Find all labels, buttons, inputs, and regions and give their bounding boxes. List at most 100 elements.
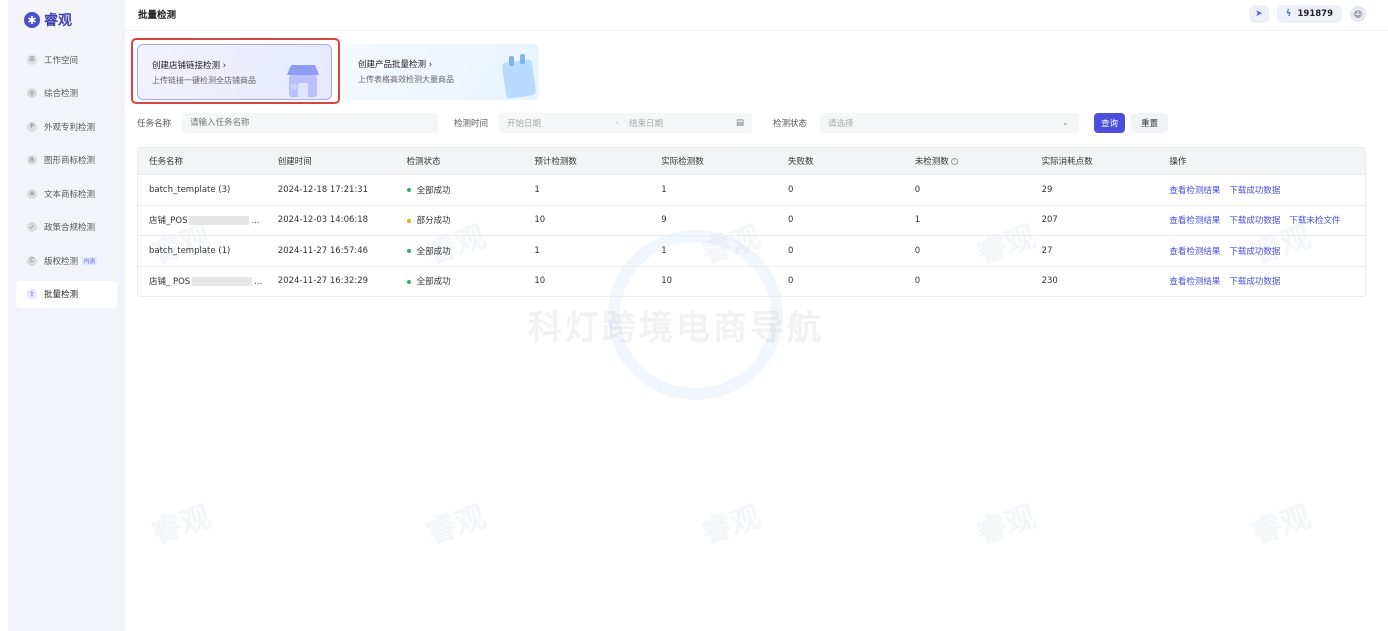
sidebar-item[interactable]: ⇪ 批量检测 (16, 280, 117, 308)
watermark-big: 科灯跨境电商导航 (528, 308, 824, 348)
sidebar-item[interactable]: ≡ 文本商标检测 (16, 180, 117, 207)
status-dot-icon (406, 249, 411, 254)
brand-logo[interactable]: ✱ 睿观 (24, 10, 72, 30)
column-header-label: 操作 (1169, 157, 1187, 167)
table-row: 店铺_POS... 2024-12-03 14:06:18 部分成功 10 9 0 1 207… (138, 204, 1365, 236)
filter-bar: 任务名称 检测时间 开始日期 - 结束日期 ▤ 检测状态 请选择 ⌄ 查询 重置 (137, 113, 1169, 133)
actions-cell: 查看检测结果 下载成功数据 (1158, 184, 1365, 196)
failed-cell: 0 (787, 215, 794, 226)
pending-cell: 1 (914, 215, 921, 226)
task-name-cell: 店铺_POS... (138, 214, 267, 226)
actual-cell: 1 (661, 245, 667, 256)
name-ellipsis: ... (254, 277, 263, 288)
expected-cell: 1 (534, 184, 540, 195)
detect-time-label: 检测时间 (454, 119, 489, 129)
action-link[interactable]: 下载未检文件 (1289, 216, 1340, 226)
task-name: batch_template (1) (149, 245, 231, 256)
created-time-cell: 2024-11-27 16:57:46 (277, 245, 369, 256)
status-cell: 全部成功 (396, 275, 524, 287)
sidebar: ✱ 睿观 ☰ 工作空间 ⚲ 综合检测 P 外观专利检测 R 图形商标检测 ≡ 文本商标检测 ✓ 政策合… (8, 0, 125, 631)
clipboard-icon (502, 54, 536, 99)
watermark-text: 睿观 (697, 499, 766, 552)
query-button[interactable]: 查询 (1094, 113, 1126, 133)
column-header: 失败数 (777, 155, 904, 167)
date-range-picker[interactable]: 开始日期 - 结束日期 ▤ (499, 113, 753, 133)
trademark-icon: R (27, 155, 37, 165)
upload-icon: ⇪ (27, 289, 37, 299)
sidebar-item-label: 政策合规检测 (44, 223, 96, 233)
sidebar-item[interactable]: P 外观专利检测 (16, 113, 117, 140)
column-header: 检测状态 (396, 155, 524, 167)
status-text: 全部成功 (416, 277, 451, 288)
points-cell: 230 (1041, 276, 1058, 287)
workspace-icon: ☰ (27, 54, 37, 65)
action-link[interactable]: 查看检测结果 (1169, 216, 1220, 226)
points-cell: 207 (1041, 215, 1058, 226)
avatar-icon[interactable]: ☺ (1350, 6, 1366, 22)
table-row: batch_template (1) 2024-11-27 16:57:46 全部成… (138, 235, 1365, 266)
created-time-cell: 2024-11-27 16:32:29 (277, 276, 369, 287)
expected-cell: 1 (534, 245, 540, 256)
failed-cell: 0 (787, 276, 794, 287)
patent-icon: P (27, 121, 37, 132)
reset-button[interactable]: 重置 (1131, 113, 1169, 133)
task-name-cell: 店铺_ POS... (138, 275, 267, 287)
column-header: 任务名称 (138, 155, 267, 167)
table-body: batch_template (3) 2024-12-18 17:21:31 全部成… (138, 174, 1365, 296)
sidebar-item-label: 图形商标检测 (44, 156, 96, 166)
search-icon: ⚲ (27, 88, 37, 98)
pending-cell: 0 (914, 276, 921, 287)
text-icon: ≡ (27, 188, 37, 199)
action-link[interactable]: 查看检测结果 (1169, 247, 1220, 257)
task-table: 任务名称 创建时间 检测状态 预计检测数 实际检测数 失败数 未检测数? 实际消耗点数 操作 b… (137, 147, 1366, 297)
sidebar-item[interactable]: ✓ 政策合规检测 (16, 214, 117, 241)
action-link[interactable]: 下载成功数据 (1229, 247, 1280, 257)
sidebar-item-label: 工作空间 (44, 55, 79, 66)
column-header: 创建时间 (267, 155, 396, 167)
actions-cell: 查看检测结果 下载成功数据 (1158, 275, 1365, 287)
action-link[interactable]: 查看检测结果 (1169, 277, 1220, 287)
expected-cell: 10 (534, 276, 546, 287)
sidebar-item[interactable]: C 版权检测 内测 (16, 247, 117, 274)
action-link[interactable]: 查看检测结果 (1169, 186, 1220, 196)
action-link[interactable]: 下载成功数据 (1229, 186, 1280, 196)
sidebar-item[interactable]: ⚲ 综合检测 (16, 80, 117, 107)
watermark-text: 睿观 (147, 499, 216, 552)
status-placeholder: 请选择 (828, 119, 854, 129)
range-separator: - (615, 118, 619, 128)
send-icon: ➤ (1255, 9, 1263, 19)
help-icon[interactable]: ? (950, 158, 958, 165)
points-button[interactable]: ϟ 191879 (1276, 5, 1342, 23)
actual-cell: 10 (661, 276, 673, 287)
action-link[interactable]: 下载成功数据 (1229, 277, 1280, 287)
table-row: batch_template (3) 2024-12-18 17:21:31 全部成… (138, 174, 1365, 205)
task-name-cell: batch_template (1) (138, 246, 267, 256)
sidebar-item-label: 综合检测 (44, 89, 79, 99)
chevron-down-icon: ⌄ (1061, 118, 1070, 128)
column-header: 预计检测数 (523, 155, 650, 167)
task-name: 店铺_ POS (149, 277, 191, 288)
action-link[interactable]: 下载成功数据 (1229, 216, 1280, 226)
expected-cell: 10 (534, 215, 546, 226)
sidebar-item[interactable]: R 图形商标检测 (16, 147, 117, 174)
column-header-label: 失败数 (787, 157, 814, 167)
column-header-label: 预计检测数 (534, 157, 577, 167)
task-name-cell: batch_template (3) (138, 185, 267, 195)
points-cell: 27 (1041, 245, 1053, 256)
column-header-label: 创建时间 (277, 157, 312, 167)
column-header-label: 实际消耗点数 (1041, 157, 1093, 167)
pending-cell: 0 (914, 184, 921, 195)
status-text: 部分成功 (416, 216, 451, 227)
sidebar-item[interactable]: ☰ 工作空间 (16, 46, 117, 73)
status-dot-icon (406, 188, 411, 193)
task-name: 店铺_POS (149, 216, 188, 227)
name-ellipsis: ... (251, 216, 260, 227)
task-name-input[interactable] (182, 113, 439, 133)
column-header: 实际消耗点数 (1031, 155, 1159, 167)
start-date-placeholder: 开始日期 (507, 119, 542, 129)
actual-cell: 9 (661, 215, 667, 226)
highlight-outline (131, 38, 340, 104)
send-button[interactable]: ➤ (1248, 5, 1269, 23)
status-select[interactable]: 请选择 ⌄ (820, 113, 1080, 133)
column-header-label: 未检测数 (914, 157, 949, 167)
